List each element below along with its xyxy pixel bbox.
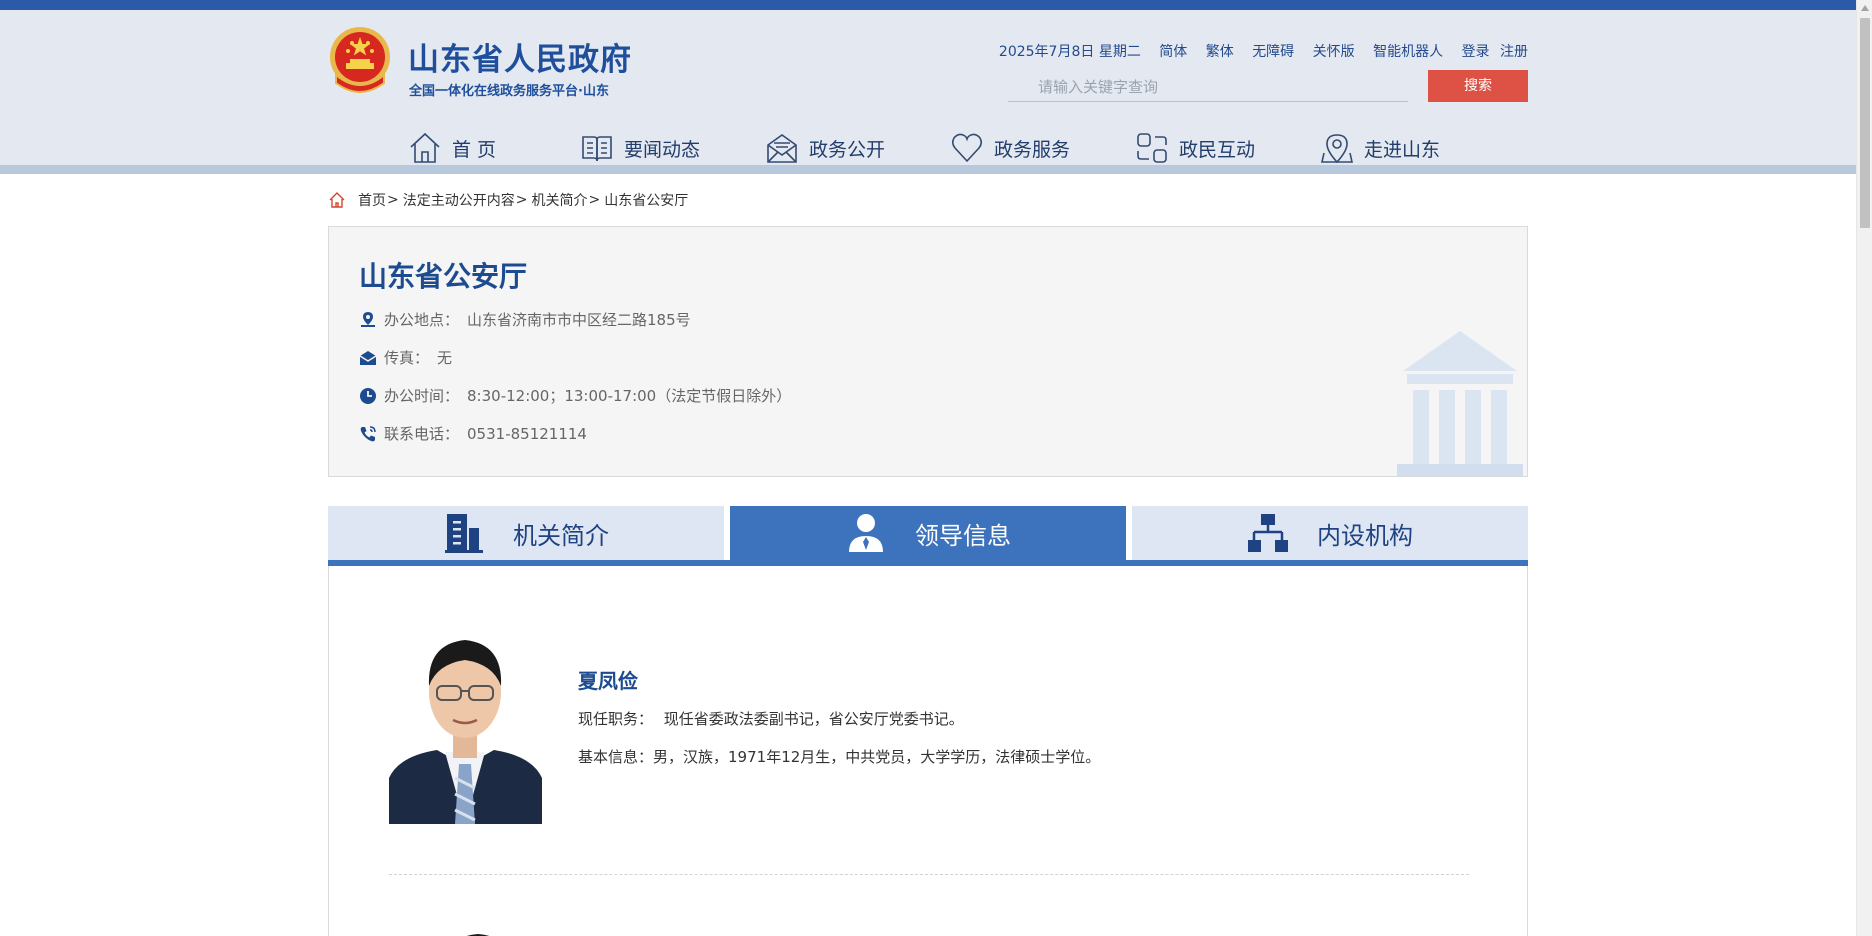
- tab-bar: 机关简介 领导信息 内设机构: [328, 506, 1528, 566]
- org-info-card: 山东省公安厅 办公地点： 山东省济南市市中区经二路185号 传真： 无 办公时间…: [328, 226, 1528, 477]
- nav-item-shandong[interactable]: 走进山东: [1320, 128, 1440, 168]
- nav-item-gov-open[interactable]: 政务公开: [765, 128, 885, 168]
- nav-label: 政民互动: [1179, 138, 1256, 161]
- nav-label: 政务服务: [994, 138, 1071, 161]
- location-icon: [361, 311, 375, 327]
- basic-label: 基本信息：: [578, 748, 654, 766]
- basic-value: 男，汉族，1971年12月生，中共党员，大学学历，法律硕士学位。: [653, 748, 1101, 766]
- leader-divider: [389, 874, 1469, 875]
- person-icon: [849, 514, 883, 552]
- tab-org-intro[interactable]: 机关简介: [328, 506, 724, 560]
- org-chart-icon: [1248, 514, 1288, 552]
- fax-value: 无: [437, 349, 453, 367]
- nav-item-home[interactable]: 首 页: [408, 128, 496, 168]
- elder-mode-link[interactable]: 关怀版: [1313, 44, 1355, 60]
- robot-link[interactable]: 智能机器人: [1373, 44, 1443, 60]
- current-date: 2025年7月8日 星期二: [998, 44, 1141, 60]
- hours-label: 办公时间：: [384, 387, 460, 405]
- exchange-icon: [1137, 133, 1167, 163]
- login-link[interactable]: 登录: [1462, 44, 1490, 60]
- phone-value: 0531-85121114: [467, 424, 587, 443]
- main-nav: 首 页 要闻动态 政务公开 政务服务 政民互动 走进山东: [408, 128, 1448, 168]
- scroll-up-arrow-icon[interactable]: [1857, 0, 1872, 16]
- search-button[interactable]: 搜索: [1428, 70, 1528, 102]
- traditional-link[interactable]: 繁体: [1206, 44, 1234, 60]
- mail-open-icon: [767, 134, 797, 163]
- top-strip: [0, 0, 1856, 10]
- heart-icon: [951, 133, 983, 163]
- accessibility-link[interactable]: 无障碍: [1252, 44, 1294, 60]
- breadcrumb-current: 山东省公安厅: [604, 193, 689, 209]
- leader-photo-next: [449, 932, 507, 936]
- tab-label: 领导信息: [915, 521, 1011, 550]
- nav-label: 首 页: [452, 138, 497, 161]
- fax-row: 传真： 无: [359, 347, 452, 368]
- leader-position: 现任职务： 现任省委政法委副书记，省公安厅党委书记。: [578, 708, 964, 729]
- hours-value: 8:30-12:00；13:00-17:00（法定节假日除外）: [467, 387, 792, 405]
- home-icon: [410, 132, 440, 163]
- phone-label: 联系电话：: [384, 425, 460, 443]
- nav-label: 政务公开: [809, 138, 886, 161]
- national-emblem-icon: [330, 27, 390, 93]
- nav-label: 走进山东: [1364, 138, 1441, 161]
- nav-item-interaction[interactable]: 政民互动: [1135, 128, 1255, 168]
- address-row: 办公地点： 山东省济南市市中区经二路185号: [359, 309, 691, 330]
- search-input[interactable]: [1008, 72, 1408, 102]
- leader-basic-info: 基本信息：男，汉族，1971年12月生，中共党员，大学学历，法律硕士学位。: [578, 746, 1100, 767]
- site-subtitle: 全国一体化在线政务服务平台·山东: [409, 84, 609, 99]
- building-icon: [445, 514, 483, 553]
- phone-icon: [360, 425, 376, 441]
- book-icon: [582, 136, 612, 162]
- tab-leaders[interactable]: 领导信息: [730, 506, 1126, 560]
- register-link[interactable]: 注册: [1500, 44, 1528, 60]
- breadcrumb-item[interactable]: 机关简介: [531, 190, 587, 210]
- breadcrumb-separator: >: [515, 192, 528, 208]
- breadcrumb: 首页 > 法定主动公开内容 > 机关简介 > 山东省公安厅: [328, 190, 688, 210]
- leader-name: 夏凤俭: [578, 669, 638, 693]
- org-name: 山东省公安厅: [359, 260, 528, 293]
- building-watermark-icon: [1397, 331, 1523, 476]
- site-title[interactable]: 山东省人民政府: [408, 34, 632, 79]
- scroll-thumb[interactable]: [1860, 18, 1870, 228]
- leader-list: 夏凤俭 现任职务： 现任省委政法委副书记，省公安厅党委书记。 基本信息：男，汉族…: [328, 566, 1528, 936]
- breadcrumb-separator: >: [588, 192, 601, 208]
- breadcrumb-item[interactable]: 法定主动公开内容: [403, 190, 515, 210]
- nav-item-gov-service[interactable]: 政务服务: [950, 128, 1070, 168]
- clock-icon: [360, 387, 376, 404]
- address-value: 山东省济南市市中区经二路185号: [467, 311, 691, 329]
- breadcrumb-item[interactable]: 首页: [358, 190, 386, 210]
- tab-label: 机关简介: [513, 521, 609, 550]
- tab-label: 内设机构: [1317, 521, 1413, 550]
- breadcrumb-separator: >: [387, 192, 399, 208]
- top-links: 2025年7月8日 星期二 简体 繁体 无障碍 关怀版 智能机器人 登录 注册: [999, 41, 1528, 61]
- tab-departments[interactable]: 内设机构: [1132, 506, 1528, 560]
- position-value: 现任省委政法委副书记，省公安厅党委书记。: [663, 710, 964, 728]
- hours-row: 办公时间： 8:30-12:00；13:00-17:00（法定节假日除外）: [359, 385, 791, 406]
- fax-label: 传真：: [384, 349, 430, 367]
- nav-label: 要闻动态: [624, 138, 701, 161]
- site-header: 山东省人民政府 全国一体化在线政务服务平台·山东 2025年7月8日 星期二 简…: [0, 10, 1856, 174]
- address-label: 办公地点：: [384, 311, 460, 329]
- map-pin-icon: [1321, 134, 1353, 164]
- leader-photo: [389, 628, 542, 824]
- nav-item-news[interactable]: 要闻动态: [580, 128, 700, 168]
- home-icon[interactable]: [328, 191, 346, 209]
- page-scrollbar[interactable]: [1856, 0, 1872, 936]
- fax-icon: [359, 350, 377, 365]
- simplified-link[interactable]: 简体: [1159, 44, 1187, 60]
- phone-row: 联系电话： 0531-85121114: [359, 423, 587, 444]
- position-label: 现任职务：: [578, 710, 654, 728]
